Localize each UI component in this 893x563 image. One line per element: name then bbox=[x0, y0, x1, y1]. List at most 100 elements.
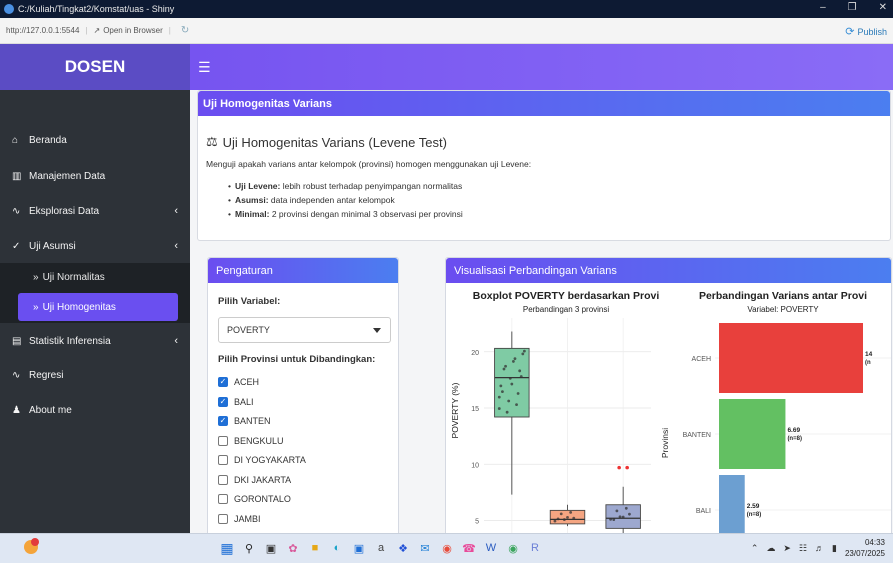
boxplot-point bbox=[615, 509, 619, 513]
sidebar-subitem-uji-homogenitas[interactable]: » Uji Homogenitas bbox=[18, 293, 178, 321]
boxplot-ytick-label: 5 bbox=[475, 519, 479, 526]
volume-icon[interactable]: ♬ bbox=[815, 543, 824, 553]
copilot-icon[interactable]: ✿ bbox=[284, 538, 302, 558]
province-checkbox-aceh[interactable]: ✓ ACEH bbox=[218, 375, 259, 389]
province-checkbox-banten[interactable]: ✓ BANTEN bbox=[218, 414, 271, 428]
chevron-up-icon[interactable]: ⌃ bbox=[751, 543, 759, 554]
window-title: C:/Kuliah/Tingkat2/Komstat/uas - Shiny bbox=[18, 4, 175, 14]
text-icon[interactable]: a bbox=[372, 538, 390, 558]
boxplot-point bbox=[497, 395, 501, 399]
sidebar-item-beranda[interactable]: ⌂ Beranda bbox=[0, 125, 190, 155]
sidebar-item-about-me[interactable]: ♟ About me bbox=[0, 395, 190, 425]
sidebar-item-eksplorasi-data[interactable]: ∿ Eksplorasi Data ‹ bbox=[0, 196, 190, 226]
close-icon[interactable]: ✕ bbox=[879, 2, 887, 13]
outlook-icon[interactable]: ✉ bbox=[416, 538, 434, 558]
location-icon[interactable]: ➤ bbox=[783, 543, 791, 554]
person-icon: ♟ bbox=[12, 404, 21, 416]
boxplot-point bbox=[612, 518, 616, 522]
province-checkbox-bali[interactable]: ✓ BALI bbox=[218, 395, 254, 409]
checkbox-unchecked-icon[interactable] bbox=[218, 494, 228, 504]
chrome-profile-icon[interactable]: ◉ bbox=[504, 538, 522, 558]
checkbox-unchecked-icon[interactable] bbox=[218, 435, 228, 446]
province-checkbox-bengkulu[interactable]: BENGKULU bbox=[218, 434, 284, 448]
variable-select[interactable]: POVERTY bbox=[218, 317, 391, 343]
file-explorer-icon[interactable]: ■ bbox=[306, 538, 324, 558]
visualization-card: Visualisasi Perbandingan Varians Boxplot… bbox=[445, 257, 892, 533]
boxplot-point bbox=[516, 392, 520, 395]
brand-logo[interactable]: DOSEN bbox=[0, 44, 190, 90]
search-icon[interactable]: ⚲ bbox=[240, 538, 258, 558]
checkbox-checked-icon[interactable]: ✓ bbox=[218, 377, 228, 387]
word-icon[interactable]: W bbox=[482, 538, 500, 558]
checkbox-checked-icon[interactable]: ✓ bbox=[218, 396, 228, 407]
clock[interactable]: 04:33 23/07/2025 bbox=[845, 537, 885, 559]
refresh-icon[interactable]: ↻ bbox=[181, 25, 189, 36]
sidebar-item-regresi[interactable]: ∿ Regresi bbox=[0, 360, 190, 390]
boxplot-point bbox=[521, 352, 525, 356]
cloud-icon[interactable]: ☁ bbox=[766, 543, 775, 554]
sidebar-subitem-uji-normalitas[interactable]: » Uji Normalitas bbox=[0, 263, 190, 291]
boxplot-point bbox=[499, 384, 503, 388]
boxplot-point bbox=[553, 519, 557, 523]
boxplot-point bbox=[624, 506, 628, 510]
dropbox-icon[interactable]: ❖ bbox=[394, 538, 412, 558]
battery-icon[interactable]: ▮ bbox=[832, 543, 837, 554]
publish-icon: ⟳ bbox=[845, 26, 855, 38]
sidebar-item-manajemen-data[interactable]: ▥ Manajemen Data bbox=[0, 161, 190, 191]
hamburger-menu-icon[interactable]: ☰ bbox=[198, 59, 211, 76]
check-circle-icon: ✓ bbox=[12, 240, 21, 252]
barchart-category-label: BANTEN bbox=[683, 432, 711, 439]
province-checkbox-gorontalo[interactable]: GORONTALO bbox=[218, 492, 291, 506]
double-chevron-icon: » bbox=[33, 301, 39, 313]
sidebar-item-uji-asumsi[interactable]: ✓ Uji Asumsi ‹ bbox=[0, 231, 190, 261]
whatsapp-icon[interactable]: ☎ bbox=[460, 538, 478, 558]
province-label: JAMBI bbox=[234, 513, 261, 524]
task-view-icon[interactable]: ▣ bbox=[262, 538, 280, 558]
rstudio-icon[interactable]: R bbox=[526, 538, 544, 558]
checkbox-unchecked-icon[interactable] bbox=[218, 474, 228, 485]
checkbox-unchecked-icon[interactable] bbox=[218, 455, 228, 465]
restore-icon[interactable]: ❐ bbox=[848, 2, 857, 13]
bar-banten bbox=[719, 399, 786, 469]
boxplot-point bbox=[556, 517, 560, 521]
barchart-category-label: BALI bbox=[696, 508, 711, 515]
url-text[interactable]: http://127.0.0.1:5544 bbox=[6, 26, 79, 35]
list-item: Asumsi: data independen antar kelompok bbox=[228, 195, 463, 205]
window-controls: – ❐ ✕ bbox=[820, 2, 887, 13]
address-bar: http://127.0.0.1:5544 | ↗ Open in Browse… bbox=[0, 18, 893, 44]
network-icon[interactable]: ☷ bbox=[799, 543, 807, 554]
open-in-browser-button[interactable]: Open in Browser bbox=[103, 26, 163, 35]
province-checkbox-di-yogyakarta[interactable]: DI YOGYAKARTA bbox=[218, 453, 306, 467]
visualization-card-header: Visualisasi Perbandingan Varians bbox=[446, 258, 891, 283]
start-icon[interactable]: ▦ bbox=[218, 538, 236, 558]
weather-icon[interactable] bbox=[24, 538, 39, 554]
publish-label: Publish bbox=[857, 26, 887, 37]
province-checkbox-dki-jakarta[interactable]: DKI JAKARTA bbox=[218, 473, 291, 487]
sidebar-subitem-label: Uji Homogenitas bbox=[42, 301, 116, 313]
list-item: Minimal: 2 provinsi dengan minimal 3 obs… bbox=[228, 209, 463, 219]
description: Menguji apakah varians antar kelompok (p… bbox=[206, 159, 532, 169]
chevron-left-icon: ‹ bbox=[174, 205, 178, 217]
chrome-icon[interactable]: ◉ bbox=[438, 538, 456, 558]
sidebar-subitem-label: Uji Normalitas bbox=[42, 271, 105, 283]
province-checkbox-jambi[interactable]: JAMBI bbox=[218, 512, 261, 526]
boxplot-point bbox=[507, 399, 511, 403]
minimize-icon[interactable]: – bbox=[820, 2, 826, 13]
store-icon[interactable]: ▣ bbox=[350, 538, 368, 558]
chevron-left-icon: ‹ bbox=[174, 335, 178, 347]
sidebar-item-statistik-inferensia[interactable]: ▤ Statistik Inferensia ‹ bbox=[0, 326, 190, 356]
edge-icon[interactable]: ◐ bbox=[328, 538, 346, 558]
taskbar-apps: ▦ ⚲ ▣ ✿ ■ ◐ ▣ a ❖ ✉ ◉ ☎ W ◉ R bbox=[218, 538, 544, 558]
province-label: BANTEN bbox=[234, 416, 271, 426]
barchart-ylabel: Provinsi bbox=[660, 428, 670, 458]
boxplot-point bbox=[508, 376, 512, 380]
publish-button[interactable]: ⟳ Publish bbox=[845, 25, 887, 38]
list-item: Uji Levene: lebih robust terhadap penyim… bbox=[228, 181, 463, 191]
boxplot-point bbox=[505, 410, 509, 414]
checkbox-checked-icon[interactable]: ✓ bbox=[218, 416, 228, 426]
chevron-left-icon: ‹ bbox=[174, 240, 178, 252]
variable-label: Pilih Variabel: bbox=[218, 296, 281, 307]
bar-value-label: 14 bbox=[865, 351, 873, 358]
window-titlebar: C:/Kuliah/Tingkat2/Komstat/uas - Shiny –… bbox=[0, 0, 893, 18]
checkbox-unchecked-icon[interactable] bbox=[218, 513, 228, 524]
